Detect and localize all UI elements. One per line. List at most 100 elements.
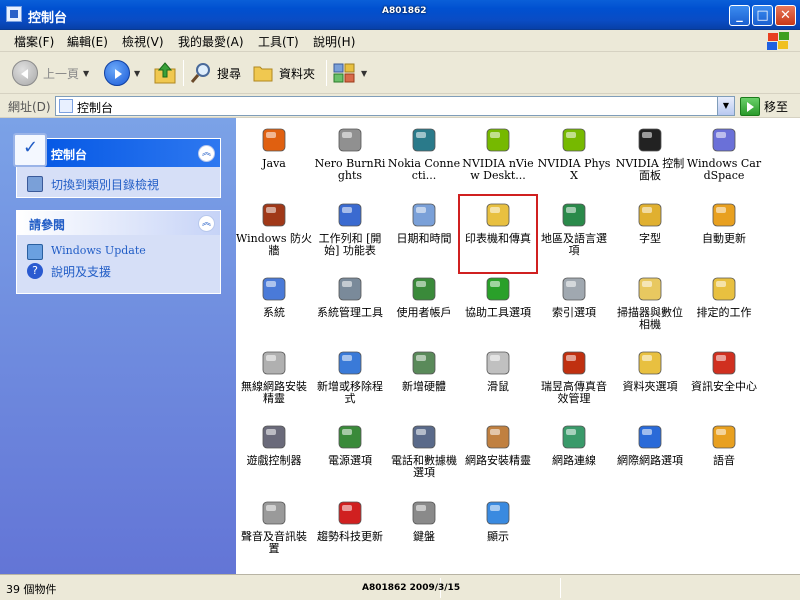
views-button[interactable]: ▼ — [333, 59, 367, 87]
minimize-button[interactable]: _ — [729, 5, 750, 26]
control-panel-item[interactable]: 鍵盤 — [386, 494, 462, 570]
add-remove-icon — [334, 347, 366, 379]
maximize-button[interactable]: □ — [752, 5, 773, 26]
taskbar-icon — [334, 199, 366, 231]
up-folder-button[interactable] — [152, 59, 178, 87]
forward-dropdown-icon[interactable]: ▼ — [134, 69, 140, 78]
control-panel-item[interactable]: 網路連線 — [536, 418, 612, 494]
control-panel-header[interactable]: 控制台 ︽ — [13, 133, 220, 167]
control-panel-item[interactable]: 系統 — [236, 270, 312, 346]
item-label: 遊戲控制器 — [246, 454, 302, 467]
control-panel-item[interactable]: 工作列和 [開始] 功能表 — [312, 196, 388, 272]
control-panel-item[interactable]: 趨勢科技更新 — [312, 494, 388, 570]
control-panel-item[interactable]: 自動更新 — [686, 196, 762, 272]
control-panel-item[interactable]: 系統管理工具 — [312, 270, 388, 346]
menu-help[interactable]: 說明(H) — [313, 33, 355, 50]
control-panel-item[interactable]: NVIDIA PhysX — [536, 121, 612, 197]
printer-icon — [482, 199, 514, 231]
views-dropdown-icon[interactable]: ▼ — [361, 69, 367, 78]
control-panel-item[interactable]: 日期和時間 — [386, 196, 462, 272]
search-button[interactable]: 搜尋 — [190, 59, 241, 87]
item-label: 資料夾選項 — [622, 380, 678, 393]
admin-tools-icon — [334, 273, 366, 305]
control-panel-item[interactable]: Windows 防火牆 — [236, 196, 312, 272]
control-panel-item[interactable]: 使用者帳戶 — [386, 270, 462, 346]
item-label: 地區及語言選項 — [541, 232, 607, 257]
control-panel-item[interactable]: 協助工具選項 — [460, 270, 536, 346]
control-panel-item[interactable]: 印表機和傳真 — [458, 194, 538, 274]
control-panel-item[interactable]: 地區及語言選項 — [536, 196, 612, 272]
control-panel-item[interactable]: 聲音及音訊裝置 — [236, 494, 312, 570]
control-panel-item[interactable]: 掃描器與數位相機 — [612, 270, 688, 346]
scanner-icon — [634, 273, 666, 305]
control-panel-item[interactable]: 新增硬體 — [386, 344, 462, 420]
back-dropdown-icon[interactable]: ▼ — [83, 69, 89, 78]
control-panel-item[interactable]: 顯示 — [460, 494, 536, 570]
title-bar[interactable]: 控制台 A801862 _ □ ✕ — [0, 0, 800, 30]
menu-file[interactable]: 檔案(F) — [14, 33, 54, 50]
help-support-label: 說明及支援 — [51, 265, 112, 279]
views-icon — [333, 63, 355, 83]
item-label: 印表機和傳真 — [465, 232, 531, 245]
up-folder-icon — [154, 62, 176, 84]
control-panel-item[interactable]: 新增或移除程式 — [312, 344, 388, 420]
trend-icon — [334, 497, 366, 529]
windows-update-label: Windows Update — [51, 244, 146, 257]
item-label: Nero BurnRights — [314, 157, 386, 182]
control-panel-icon — [59, 99, 73, 113]
menu-tools[interactable]: 工具(T) — [258, 33, 299, 50]
control-panel-item[interactable]: NVIDIA nView Deskt... — [460, 121, 536, 197]
control-panel-item[interactable]: NVIDIA 控制面板 — [612, 121, 688, 197]
control-panel-item[interactable]: Java — [236, 121, 312, 197]
item-label: 掃描器與數位相機 — [617, 306, 683, 331]
control-panel-item[interactable]: 滑鼠 — [460, 344, 536, 420]
control-panel-item[interactable]: 電話和數據機選項 — [386, 418, 462, 494]
item-label: 日期和時間 — [396, 232, 452, 245]
control-panel-item[interactable]: 網路安裝精靈 — [460, 418, 536, 494]
address-label: 網址(D) — [8, 100, 51, 114]
status-bar: 39 個物件 A801862 2009/3/15 — [0, 574, 800, 600]
control-panel-item[interactable]: Nero BurnRights — [312, 121, 388, 197]
collapse-chevron-icon[interactable]: ︽ — [198, 145, 215, 162]
control-panel-item[interactable]: 排定的工作 — [686, 270, 762, 346]
help-support-link[interactable]: ? 說明及支援 — [27, 263, 212, 280]
panel-title: 控制台 — [51, 148, 88, 162]
forward-button[interactable]: ▼ — [104, 59, 140, 87]
menu-favorites[interactable]: 我的最愛(A) — [178, 33, 244, 50]
keyboard-icon — [408, 497, 440, 529]
collapse-chevron-icon[interactable]: ︽ — [198, 215, 215, 232]
see-also-box: 請參閱 ︽ Windows Update ? 說明及支援 — [16, 210, 221, 294]
menu-edit[interactable]: 編輯(E) — [67, 33, 108, 50]
control-panel-item[interactable]: 資料夾選項 — [612, 344, 688, 420]
control-panel-item[interactable]: 資訊安全中心 — [686, 344, 762, 420]
control-panel-item[interactable]: 網際網路選項 — [612, 418, 688, 494]
control-panel-item[interactable]: 無線網路安裝精靈 — [236, 344, 312, 420]
switch-category-view-label: 切換到類別目錄檢視 — [51, 178, 160, 192]
close-button[interactable]: ✕ — [775, 5, 796, 26]
folders-button[interactable]: 資料夾 — [252, 59, 315, 87]
windows-logo-icon — [766, 31, 790, 51]
menu-view[interactable]: 檢視(V) — [122, 33, 164, 50]
control-panel-item[interactable]: Nokia Connecti... — [386, 121, 462, 197]
back-button[interactable]: 上一頁 ▼ — [12, 59, 89, 87]
address-input[interactable]: 控制台 ▼ — [55, 96, 735, 116]
control-panel-item[interactable]: 字型 — [612, 196, 688, 272]
see-also-title: 請參閱 — [29, 218, 66, 232]
windows-update-icon — [27, 244, 43, 260]
control-panel-item[interactable]: 瑞昱高傳真音效管理 — [536, 344, 612, 420]
windows-update-link[interactable]: Windows Update — [27, 244, 212, 260]
go-button[interactable]: 移至 — [740, 96, 788, 116]
address-value: 控制台 — [77, 101, 114, 115]
control-panel-item[interactable]: Windows CardSpace — [686, 121, 762, 197]
item-label: 電話和數據機選項 — [391, 454, 457, 479]
control-panel-item[interactable]: 電源選項 — [312, 418, 388, 494]
control-panel-item[interactable]: 索引選項 — [536, 270, 612, 346]
go-arrow-icon — [740, 96, 760, 116]
address-dropdown-icon[interactable]: ▼ — [717, 97, 734, 115]
item-label: 排定的工作 — [696, 306, 752, 319]
control-panel-item[interactable]: 語音 — [686, 418, 762, 494]
item-label: Java — [262, 157, 286, 170]
see-also-header[interactable]: 請參閱 ︽ — [17, 211, 220, 235]
switch-category-view-link[interactable]: 切換到類別目錄檢視 — [27, 176, 212, 193]
control-panel-item[interactable]: 遊戲控制器 — [236, 418, 312, 494]
